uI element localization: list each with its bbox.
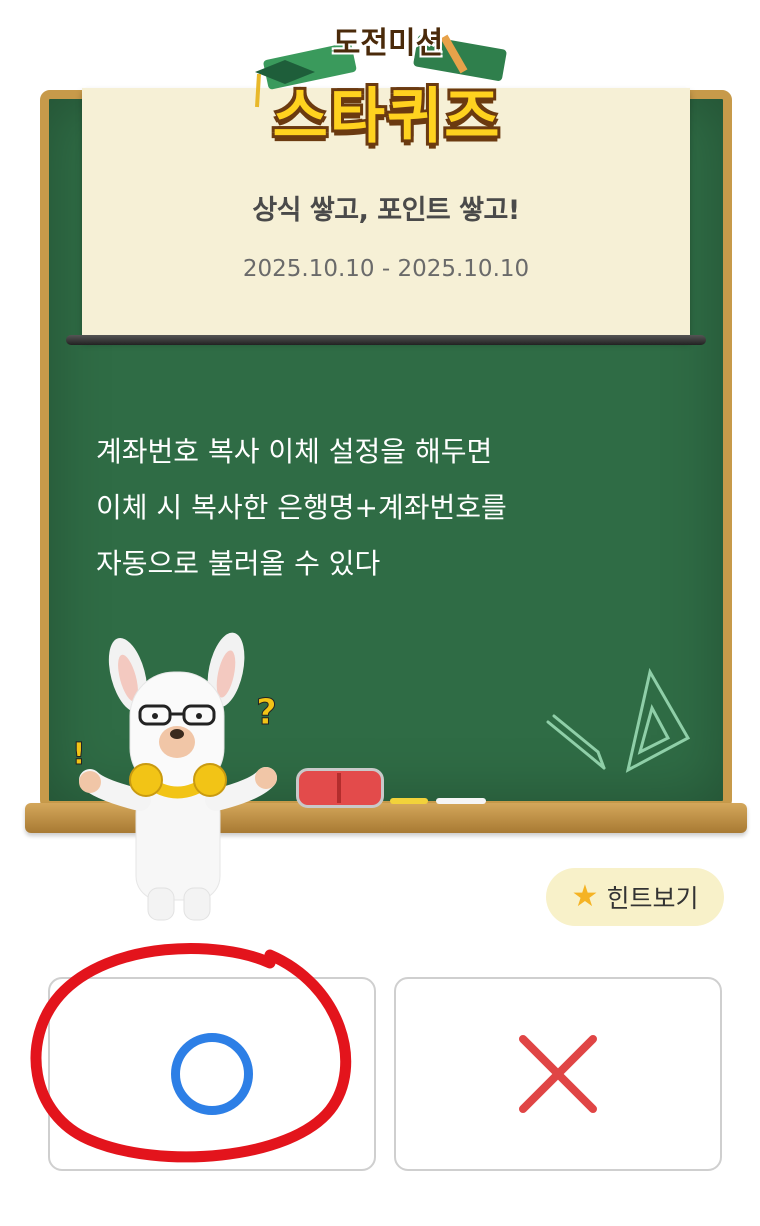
question-line: 이체 시 복사한 은행명+계좌번호를 <box>96 491 507 524</box>
question-line: 계좌번호 복사 이체 설정을 해두면 <box>96 435 493 468</box>
star-icon: ★ <box>571 879 599 914</box>
quiz-subtitle: 상식 쌓고, 포인트 쌓고! <box>252 195 520 226</box>
exclaim-mark: ! <box>72 737 86 772</box>
eraser <box>296 768 384 808</box>
chalk-white <box>436 798 486 804</box>
banner-rod <box>66 335 706 345</box>
red-annotation-circle <box>30 943 352 1163</box>
chalk-yellow <box>390 798 428 804</box>
hint-button[interactable]: ★ 힌트보기 <box>546 868 724 926</box>
quiz-question: 계좌번호 복사 이체 설정을 해두면 이체 시 복사한 은행명+계좌번호를 자동… <box>96 424 656 592</box>
alpaca-character: ! ? <box>72 632 277 921</box>
chalk-drawing <box>546 667 691 773</box>
quiz-dates: 2025.10.10 - 2025.10.10 <box>242 256 530 282</box>
logo-top-text: 도전미션 <box>332 26 444 61</box>
question-line: 자동으로 불러올 수 있다 <box>96 547 381 580</box>
hint-label: 힌트보기 <box>606 884 699 913</box>
question-mark: ? <box>256 692 277 733</box>
cross-x-icon <box>519 1035 597 1113</box>
logo-main-text: 스타퀴즈 <box>272 82 502 152</box>
answer-x-button[interactable] <box>394 977 722 1171</box>
quiz-screen: 도전미션 스타퀴즈 상식 쌓고, 포인트 쌓고! 2025.10.10 - 20… <box>0 0 760 1226</box>
